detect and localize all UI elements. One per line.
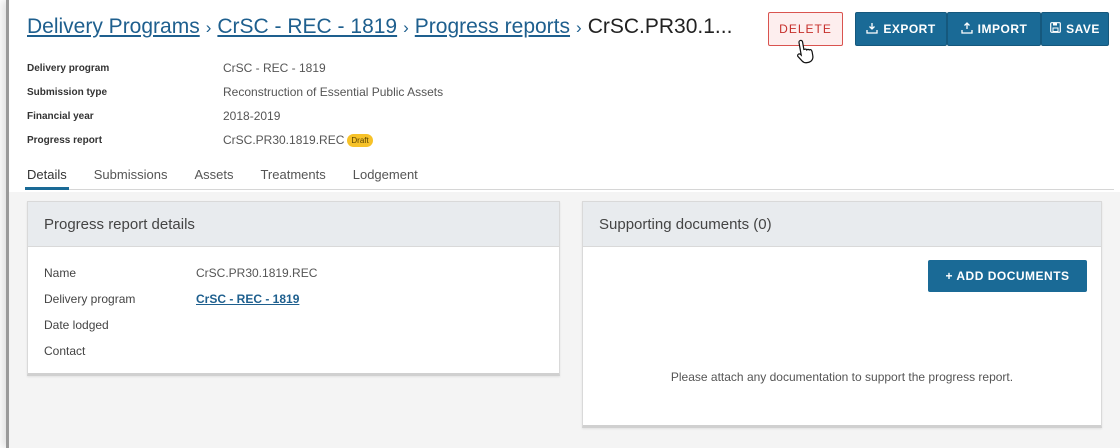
details-list: Name CrSC.PR30.1819.REC Delivery program… xyxy=(28,247,559,377)
detail-row: Contact xyxy=(44,338,543,364)
breadcrumb-progress-reports[interactable]: Progress reports xyxy=(415,15,570,39)
tab-submissions[interactable]: Submissions xyxy=(94,162,168,189)
tab-bar: Details Submissions Assets Treatments Lo… xyxy=(25,162,1114,190)
supporting-documents-panel: Supporting documents (0) + ADD DOCUMENTS… xyxy=(582,201,1102,428)
add-documents-button[interactable]: + ADD DOCUMENTS xyxy=(928,260,1087,292)
status-badge: Draft xyxy=(347,133,373,147)
meta-label: Submission type xyxy=(27,86,108,98)
meta-label: Progress report xyxy=(27,134,103,146)
detail-label: Delivery program xyxy=(44,292,136,306)
breadcrumb-delivery-program[interactable]: CrSC - REC - 1819 xyxy=(217,15,397,39)
delete-button-label: DELETE xyxy=(779,22,832,36)
delivery-program-link[interactable]: CrSC - REC - 1819 xyxy=(196,292,299,306)
export-button[interactable]: EXPORT xyxy=(855,12,947,46)
meta-row: Financial year 2018-2019 xyxy=(27,104,443,128)
tab-treatments[interactable]: Treatments xyxy=(260,162,325,189)
breadcrumb-separator: › xyxy=(576,18,582,37)
breadcrumb: Delivery Programs › CrSC - REC - 1819 › … xyxy=(27,15,732,39)
breadcrumb-current: CrSC.PR30.1... xyxy=(587,15,733,38)
save-button[interactable]: SAVE xyxy=(1041,12,1109,46)
breadcrumb-separator: › xyxy=(403,18,409,37)
export-icon xyxy=(866,22,878,37)
tab-assets[interactable]: Assets xyxy=(194,162,233,189)
tab-details[interactable]: Details xyxy=(25,162,69,190)
meta-label: Financial year xyxy=(27,110,94,122)
detail-value: CrSC.PR30.1819.REC xyxy=(196,266,318,280)
meta-value: 2018-2019 xyxy=(223,109,281,123)
save-icon xyxy=(1050,22,1061,36)
import-button-label: IMPORT xyxy=(977,22,1028,36)
breadcrumb-separator: › xyxy=(205,18,212,37)
panel-title: Supporting documents (0) xyxy=(583,202,1101,247)
report-meta: Delivery program CrSC - REC - 1819 Submi… xyxy=(27,56,443,152)
import-button[interactable]: IMPORT xyxy=(947,12,1041,46)
import-icon xyxy=(961,21,973,37)
progress-report-details-panel: Progress report details Name CrSC.PR30.1… xyxy=(27,201,560,376)
detail-row: Name CrSC.PR30.1819.REC xyxy=(44,260,543,286)
meta-row: Submission type Reconstruction of Essent… xyxy=(27,80,443,104)
meta-value-progress-report: CrSC.PR30.1819.REC Draft xyxy=(223,133,373,147)
meta-value: CrSC - REC - 1819 xyxy=(223,61,326,75)
meta-value: Reconstruction of Essential Public Asset… xyxy=(223,85,444,99)
detail-label: Contact xyxy=(44,344,86,358)
progress-report-id: CrSC.PR30.1819.REC xyxy=(223,133,345,147)
detail-label: Name xyxy=(44,266,77,280)
detail-row: Date lodged xyxy=(44,312,543,338)
save-button-label: SAVE xyxy=(1066,22,1100,36)
detail-row: Delivery program CrSC - REC - 1819 xyxy=(44,286,543,312)
tab-lodgement[interactable]: Lodgement xyxy=(353,162,418,189)
meta-row: Delivery program CrSC - REC - 1819 xyxy=(27,56,443,80)
detail-label: Date lodged xyxy=(44,318,109,332)
breadcrumb-delivery-programs[interactable]: Delivery Programs xyxy=(27,15,200,39)
panel-title: Progress report details xyxy=(28,202,559,247)
meta-label: Delivery program xyxy=(27,62,110,74)
empty-documents-message: Please attach any documentation to suppo… xyxy=(670,370,1014,384)
export-button-label: EXPORT xyxy=(883,22,936,36)
meta-row: Progress report CrSC.PR30.1819.REC Draft xyxy=(27,128,443,152)
